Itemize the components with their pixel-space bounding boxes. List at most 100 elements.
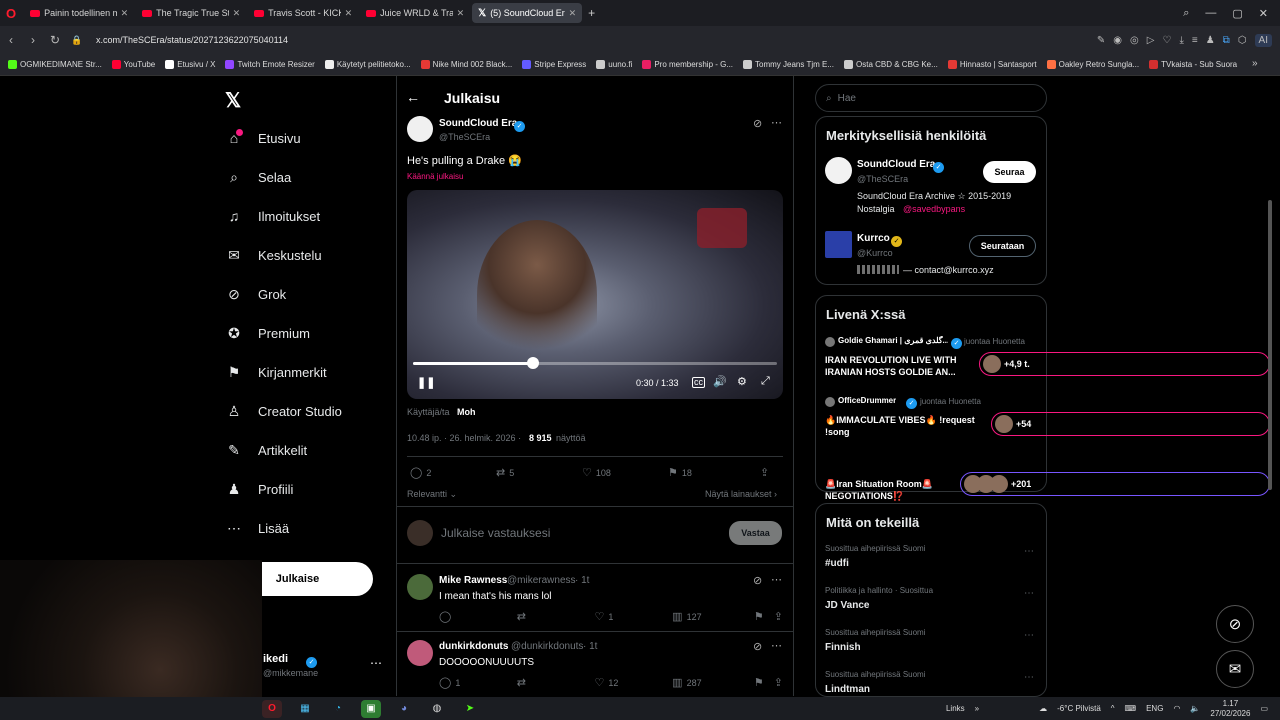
grok-fab-button[interactable]: ⊘ <box>1216 605 1254 643</box>
trend-name[interactable]: Lindtman <box>825 684 870 695</box>
bookmark-item[interactable]: Oakley Retro Sungla... <box>1046 60 1139 69</box>
forward-icon[interactable]: › <box>22 33 44 47</box>
extension-icon[interactable]: ⧉ <box>1223 35 1230 46</box>
more-options-icon[interactable]: ⋯ <box>771 116 782 129</box>
bookmark-item[interactable]: OGMIKEDIMANE Str... <box>8 60 102 69</box>
views-button[interactable]: ▥ 287 <box>672 676 754 689</box>
tweet-author-name[interactable]: SoundCloud Era <box>439 118 517 129</box>
sidebar-item-artikkelit[interactable]: ✎ Artikkelit <box>226 442 307 458</box>
links-toolbar[interactable]: Links <box>946 704 965 713</box>
reply-button[interactable]: ◯ 1 <box>439 676 517 689</box>
reply-handle[interactable]: @mikerawness <box>507 575 576 586</box>
like-button[interactable]: ♡ 108 <box>582 466 668 479</box>
grok-icon[interactable]: ⊘ <box>753 640 762 653</box>
grok-icon[interactable]: ⊘ <box>753 574 762 587</box>
trend-more-icon[interactable]: ⋯ <box>1024 588 1034 599</box>
files-taskbar-icon[interactable]: ▦ <box>295 700 315 718</box>
person-handle[interactable]: @Kurrco <box>857 248 893 258</box>
follow-button[interactable]: Seuraa <box>983 161 1036 183</box>
trend-name[interactable]: #udfi <box>825 558 849 569</box>
trend-name[interactable]: JD Vance <box>825 600 869 611</box>
more-options-icon[interactable]: ⋯ <box>771 573 782 586</box>
tweet-author-handle[interactable]: @TheSCEra <box>439 132 490 142</box>
network-icon[interactable]: ⌨ <box>1125 704 1137 713</box>
new-tab-icon[interactable]: + <box>588 6 595 20</box>
live-title[interactable]: 🔥IMMACULATE VIBES🔥 !request !song <box>825 414 975 438</box>
views-button[interactable]: ▥ 127 <box>672 610 754 623</box>
x-logo-icon[interactable]: 𝕏 <box>225 88 241 113</box>
host-avatar[interactable] <box>825 397 835 407</box>
person-handle[interactable]: @TheSCEra <box>857 174 908 184</box>
bookmark-item[interactable]: Twitch Emote Resizer <box>225 60 315 69</box>
show-quotes-link[interactable]: Näytä lainaukset › <box>705 489 777 499</box>
video-player[interactable]: ❚❚ 0:30 / 1:33 cc 🔊 ⚙ ⤢ <box>407 190 783 399</box>
sidebar-item-keskustelu[interactable]: ✉ Keskustelu <box>226 247 321 263</box>
trend-more-icon[interactable]: ⋯ <box>1024 546 1034 557</box>
video-user-name[interactable]: Moh <box>457 407 476 417</box>
video-scrub-handle[interactable] <box>527 357 540 369</box>
back-arrow-icon[interactable]: ← <box>406 89 420 105</box>
app-taskbar-icon[interactable]: ▣ <box>361 699 381 718</box>
live-listeners-pill[interactable]: +4,9 t. <box>979 352 1270 376</box>
trend-name[interactable]: Finnish <box>825 642 861 653</box>
pause-icon[interactable]: ❚❚ <box>417 376 435 389</box>
sidebar-item-ilmoitukset[interactable]: ♫ Ilmoitukset <box>226 208 320 224</box>
reply-time[interactable]: · 1t <box>575 575 589 586</box>
person-bio-link[interactable]: @savedbypans <box>903 204 965 214</box>
bookmarks-more-icon[interactable]: » <box>1252 58 1258 69</box>
share-button[interactable]: ⇪ <box>774 610 783 623</box>
bookmark-item[interactable]: TVkaista - Sub Suora <box>1149 60 1237 69</box>
close-window-icon[interactable]: ✕ <box>1259 7 1268 20</box>
bookmark-item[interactable]: Etusivu / X <box>165 60 215 69</box>
share-button[interactable]: ⇪ <box>760 466 769 479</box>
bookmark-item[interactable]: uuno.fi <box>596 60 632 69</box>
bookmark-item[interactable]: Tommy Jeans Tjm E... <box>743 60 834 69</box>
reply-time[interactable]: · 1t <box>583 641 597 652</box>
repost-button[interactable]: ⇄ <box>517 610 595 623</box>
tray-more-icon[interactable]: » <box>975 704 979 713</box>
live-listeners-pill[interactable]: +54 <box>991 412 1270 436</box>
minimize-icon[interactable]: — <box>1205 7 1216 20</box>
clock[interactable]: 1.17 27/02/2026 <box>1210 699 1250 719</box>
sidebar-item-premium[interactable]: ✪ Premium <box>226 325 310 341</box>
close-tab-icon[interactable]: ✕ <box>121 8 129 19</box>
browser-tab[interactable]: Juice WRLD & Travis Scott ✕ <box>360 3 470 23</box>
close-tab-icon[interactable]: ✕ <box>457 8 465 19</box>
weather[interactable]: -6°C Pilvistä <box>1057 704 1101 713</box>
download-icon[interactable]: ⤓ <box>1179 35 1183 46</box>
settings-icon[interactable]: ⚙ <box>737 375 747 388</box>
account-handle[interactable]: @mikkemane <box>263 668 318 678</box>
tab-search-icon[interactable]: ⌕ <box>1183 7 1189 20</box>
sidebar-item-selaa[interactable]: ⌕ Selaa <box>226 169 291 185</box>
camera-icon[interactable]: ◉ <box>1113 35 1122 46</box>
video-progress-bar[interactable] <box>413 357 777 369</box>
discord-taskbar-icon[interactable]: ◕ <box>394 700 414 718</box>
bookmark-item[interactable]: Stripe Express <box>522 60 586 69</box>
like-button[interactable]: ♡ 1 <box>594 610 672 623</box>
sidebar-item-lis[interactable]: ⋯ Lisää <box>226 520 289 536</box>
host-avatar[interactable] <box>825 337 835 347</box>
live-listeners-pill[interactable]: +201 <box>960 472 1270 496</box>
browser-tab[interactable]: 𝕏(5) SoundCloud Era X:ssä ✕ <box>472 3 583 23</box>
browser-tab[interactable]: Painin todellinen merkitys ✕ <box>24 3 134 23</box>
reply-input[interactable]: Julkaise vastauksesi <box>441 526 550 540</box>
sidebar-item-grok[interactable]: ⊘ Grok <box>226 286 286 302</box>
vpn-icon[interactable]: ◎ <box>1130 35 1139 46</box>
reply-button[interactable]: ◯ 2 <box>410 466 496 479</box>
notifications-icon[interactable]: ▭ <box>1260 704 1268 713</box>
more-options-icon[interactable]: ⋯ <box>771 639 782 652</box>
bookmark-item[interactable]: Pro membership - G... <box>642 60 733 69</box>
volume-icon[interactable]: 🔊 <box>713 375 727 388</box>
play-icon[interactable]: ▷ <box>1147 35 1155 46</box>
close-tab-icon[interactable]: ✕ <box>569 8 577 19</box>
reply-author[interactable]: dunkirkdonuts <box>439 641 508 652</box>
bookmark-button[interactable]: ⚑ <box>754 676 774 689</box>
live-title[interactable]: 🚨Iran Situation Room🚨 NEGOTIATIONS⁉️ <box>825 478 955 502</box>
tray-arrow-icon[interactable]: ^ <box>1111 704 1115 713</box>
person-avatar[interactable] <box>825 231 852 258</box>
browser-tab[interactable]: The Tragic True Story of Ju ✕ <box>136 3 246 23</box>
live-title[interactable]: IRAN REVOLUTION LIVE WITH IRANIAN HOSTS … <box>825 354 975 378</box>
ai-icon[interactable]: AI <box>1254 33 1272 47</box>
wifi-icon[interactable]: ◠ <box>1173 704 1180 713</box>
captions-icon[interactable]: cc <box>692 377 705 388</box>
